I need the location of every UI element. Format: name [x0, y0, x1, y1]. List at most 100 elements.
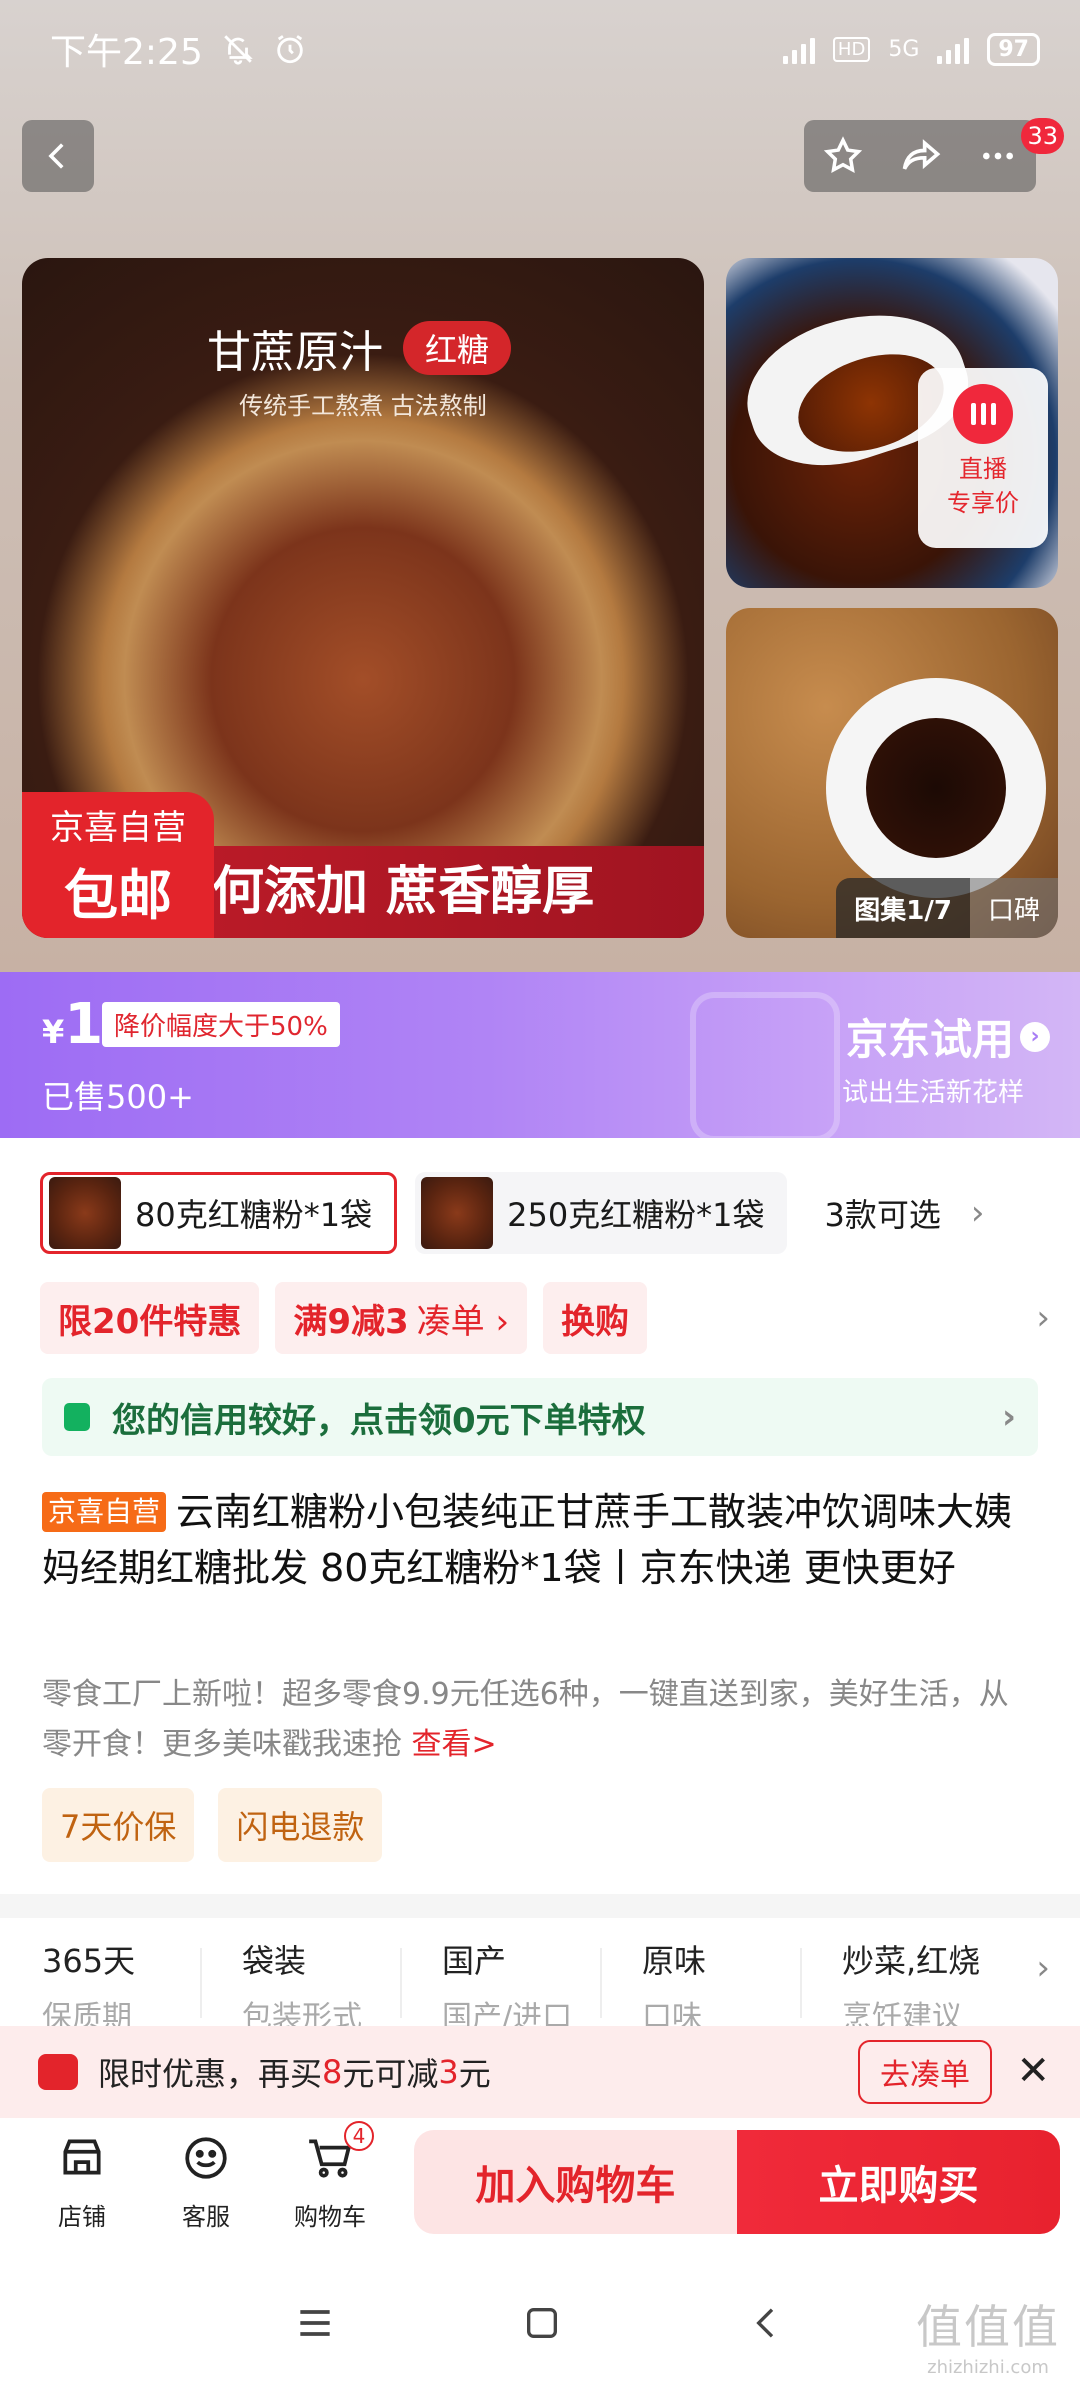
chevron-right-icon[interactable]: › [1036, 1298, 1050, 1338]
spec-key: 保质期 [42, 2000, 132, 2028]
offer-suffix: 元 [458, 2055, 491, 2093]
trial-subtitle: 试出生活新花样 [841, 1078, 1024, 1108]
cart-button[interactable]: 4 购物车 [268, 2120, 392, 2232]
description-text: 零食工厂上新啦！超多零食9.9元任选6种，一键直送到家，美好生活，从零开食！更多… [42, 1677, 1009, 1762]
currency-symbol: ¥ [42, 1013, 65, 1051]
chevron-right-icon: › [970, 1193, 985, 1233]
review-tab[interactable]: 口碑 [969, 878, 1058, 938]
swap-chip[interactable]: 换购 [543, 1282, 648, 1354]
more-icon[interactable] [978, 136, 1018, 176]
network-type: 5G [888, 36, 920, 62]
spec-item: 国产 国产/进口 [400, 1918, 600, 2028]
service-label: 客服 [182, 2202, 230, 2231]
signal-icon-2 [937, 34, 970, 64]
badge-line1: 京喜自营 [50, 808, 186, 848]
chat-face-icon [185, 2136, 227, 2179]
bag-icon [64, 1403, 90, 1431]
notification-badge: 33 [1021, 118, 1064, 154]
credit-text: 您的信用较好，点击领0元下单特权 [112, 1400, 646, 1441]
system-nav-bar: 值值值 zhizhizhi.com [0, 2246, 1080, 2400]
store-icon [63, 2138, 101, 2174]
sold-count: 已售500+ [42, 1078, 194, 1116]
live-line1: 直播 [959, 455, 1007, 483]
signal-icon [782, 34, 815, 64]
spec-value: 袋装 [242, 1942, 307, 1980]
price-drop-badge: 降价幅度大于50% [102, 1002, 340, 1047]
price-value: 1 [64, 992, 104, 1057]
chevron-right-icon: › [1020, 1021, 1050, 1052]
more-variants-button[interactable]: 3款可选 › [825, 1190, 985, 1236]
live-icon [953, 384, 1013, 444]
purchase-buttons: 加入购物车 立即购买 [414, 2130, 1060, 2234]
thumbnail-spoon[interactable]: 直播 专享价 [726, 258, 1058, 588]
buy-now-button[interactable]: 立即购买 [737, 2130, 1060, 2234]
menu-icon[interactable] [293, 2301, 337, 2345]
main-product-image[interactable]: 甘蔗原汁 红糖 传统手工熬煮 古法熬制 何添加 蔗香醇厚 京喜自营 包邮 [22, 258, 704, 938]
shopping-bag-icon [690, 992, 840, 1142]
gallery-tabs: 图集1/7 口碑 [836, 878, 1058, 938]
spec-key: 口味 [642, 2000, 702, 2028]
spec-row[interactable]: 365天 保质期 袋装 包装形式 国产 国产/进口 原味 口味 炒菜,红烧 烹饪… [0, 1918, 1080, 2028]
hd-icon: HD [832, 36, 871, 62]
back-button[interactable] [22, 120, 94, 192]
thumbnail-cup[interactable]: 图集1/7 口碑 [726, 608, 1058, 938]
mute-bell-icon [224, 35, 253, 65]
service-tag[interactable]: 7天价保 [42, 1788, 195, 1862]
variant-selector: 80克红糖粉*1袋 250克红糖粉*1袋 3款可选 › [40, 1172, 1050, 1254]
variant-label: 80克红糖粉*1袋 [135, 1196, 373, 1234]
spec-value: 炒菜,红烧 [842, 1942, 981, 1980]
live-price-button[interactable]: 直播 专享价 [918, 368, 1048, 548]
trial-title: 京东试用 [845, 1015, 1014, 1064]
discount-label: 满9减3 [293, 1301, 409, 1342]
spec-key: 烹饪建议 [842, 2000, 962, 2028]
gallery-count-tab[interactable]: 图集1/7 [836, 878, 970, 938]
variant-option[interactable]: 250克红糖粉*1袋 [415, 1172, 787, 1254]
share-icon[interactable] [899, 134, 943, 178]
image-title: 甘蔗原汁 红糖 [207, 316, 512, 380]
battery-icon: 97 [987, 32, 1040, 66]
price: ¥1 [42, 992, 103, 1057]
service-tag[interactable]: 闪电退款 [218, 1788, 383, 1862]
credit-banner[interactable]: 您的信用较好，点击领0元下单特权 › [42, 1378, 1038, 1456]
spec-value: 原味 [642, 1942, 707, 1980]
store-button[interactable]: 店铺 [20, 2133, 144, 2232]
cart-count-badge: 4 [344, 2120, 374, 2151]
offer-icon [38, 2054, 78, 2090]
customer-service-button[interactable]: 客服 [144, 2133, 268, 2232]
coupon-row: 限20件特惠 满9减3 凑单 › 换购 › [40, 1282, 1050, 1354]
home-icon[interactable] [522, 2303, 562, 2343]
chevron-right-icon[interactable]: › [1036, 1948, 1050, 1988]
product-description: 零食工厂上新啦！超多零食9.9元任选6种，一键直送到家，美好生活，从零开食！更多… [42, 1670, 1038, 1770]
spec-item: 袋装 包装形式 [200, 1918, 400, 2028]
spec-item: 365天 保质期 [0, 1918, 200, 2028]
alarm-icon [277, 35, 303, 64]
back-icon[interactable] [747, 2303, 787, 2343]
spec-item: 炒菜,红烧 烹饪建议 [800, 1918, 1000, 2028]
add-to-cart-button[interactable]: 加入购物车 [414, 2130, 737, 2234]
self-operated-badge: 京喜自营 包邮 [22, 792, 214, 938]
offer-amount2: 3 [438, 2053, 459, 2091]
more-variants-label: 3款可选 [824, 1196, 941, 1234]
limited-offer-bar: 限时优惠，再买 8 元可减 3 元 去凑单 ✕ [0, 2026, 1080, 2118]
star-icon[interactable] [822, 135, 864, 177]
offer-prefix: 限时优惠，再买 [98, 2055, 323, 2093]
service-tags: 7天价保 闪电退款 [42, 1788, 383, 1862]
close-icon[interactable]: ✕ [1016, 2048, 1050, 2094]
chevron-right-icon: › [1001, 1397, 1016, 1437]
bottom-action-bar: 店铺 客服 4 购物车 加入购物车 立即购买 [0, 2118, 1080, 2246]
offer-mid: 元可减 [342, 2055, 439, 2093]
variant-option[interactable]: 80克红糖粉*1袋 [40, 1172, 398, 1254]
self-operated-tag: 京喜自营 [42, 1492, 167, 1532]
add-items-button[interactable]: 去凑单 [858, 2040, 992, 2104]
spec-value: 国产 [442, 1942, 507, 1980]
image-banner-text: 何添加 蔗香醇厚 [212, 862, 595, 922]
variant-label: 250克红糖粉*1袋 [507, 1196, 765, 1234]
store-label: 店铺 [58, 2202, 106, 2231]
view-more-link[interactable]: 查看> [412, 1727, 497, 1762]
status-bar: 下午2:25 HD 5G 97 [50, 24, 1040, 74]
discount-chip[interactable]: 满9减3 凑单 › [275, 1282, 528, 1354]
limit-offer-chip[interactable]: 限20件特惠 [40, 1282, 260, 1354]
status-time: 下午2:25 [50, 32, 203, 73]
jd-trial-link[interactable]: 京东试用 › [846, 1006, 1050, 1067]
drink-shape [866, 718, 1006, 858]
